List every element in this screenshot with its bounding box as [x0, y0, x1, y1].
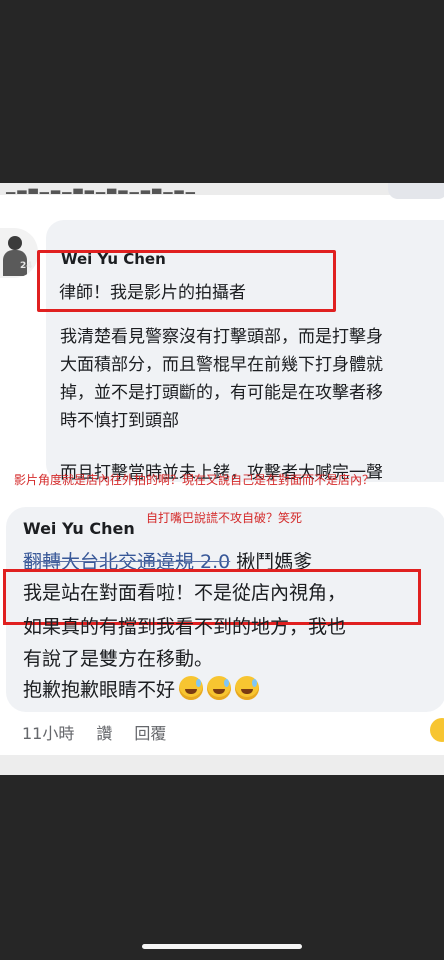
avatar[interactable]: 24 — [0, 228, 38, 278]
like-button[interactable]: 讚 — [96, 724, 112, 743]
comment-text: 抱歉抱歉眼睛不好 — [23, 679, 176, 701]
comment-paragraph-line: 掉，並不是打頭斷的，有可能是在攻擊者移 — [60, 383, 383, 403]
comment-text-line: 抱歉抱歉眼睛不好 — [23, 675, 260, 702]
cropped-text: ▁▂▃▁▂▁▃▂▁▃▂▁▂▃▁▂▁ — [6, 183, 197, 194]
bottom-divider — [0, 755, 444, 775]
sweat-smile-emoji-icon — [179, 676, 204, 700]
sweat-smile-emoji-icon — [235, 676, 260, 700]
sweat-smile-emoji-icon — [207, 676, 232, 700]
comment-timestamp[interactable]: 11小時 — [22, 724, 74, 743]
avatar-head — [8, 236, 22, 250]
red-annotation: 自打嘴巴說謊不攻自破？笑死 — [146, 511, 303, 525]
cropped-reaction-pill — [388, 183, 444, 199]
home-indicator[interactable] — [142, 944, 302, 949]
red-annotation: 影片角度就是店內往外拍的啊？現在又說自己是在對面而不是店內？ — [14, 473, 375, 487]
comment-actions: 11小時 讚 回覆 — [22, 720, 188, 744]
comment-lead-text: 律師！我是影片的拍攝者 — [59, 283, 246, 303]
comment-paragraph-line: 我清楚看見警察沒有打擊頭部，而是打擊身 — [60, 327, 383, 347]
screenshot-stage: ▁▂▃▁▂▁▃▂▁▃▂▁▂▃▁▂▁ 24 Wei Yu Chen 律師！我是影片… — [0, 0, 444, 960]
comment-text-line: 如果真的有擋到我看不到的地方，我也 — [23, 616, 347, 638]
reply-button[interactable]: 回覆 — [134, 724, 166, 743]
avatar-badge: 24 — [20, 261, 33, 271]
comment-paragraph-line: 時不慎打到頭部 — [60, 411, 179, 431]
comment-text-line: 有說了是雙方在移動。 — [23, 648, 214, 670]
comment-paragraph-line: 大面積部分，而且警棍早在前幾下打身體就 — [60, 355, 383, 375]
comment-text-line: 我是站在對面看啦！不是從店內視角， — [23, 582, 347, 604]
cropped-previous-content: ▁▂▃▁▂▁▃▂▁▃▂▁▂▃▁▂▁ — [0, 183, 444, 195]
comment-author[interactable]: Wei Yu Chen — [23, 519, 135, 538]
